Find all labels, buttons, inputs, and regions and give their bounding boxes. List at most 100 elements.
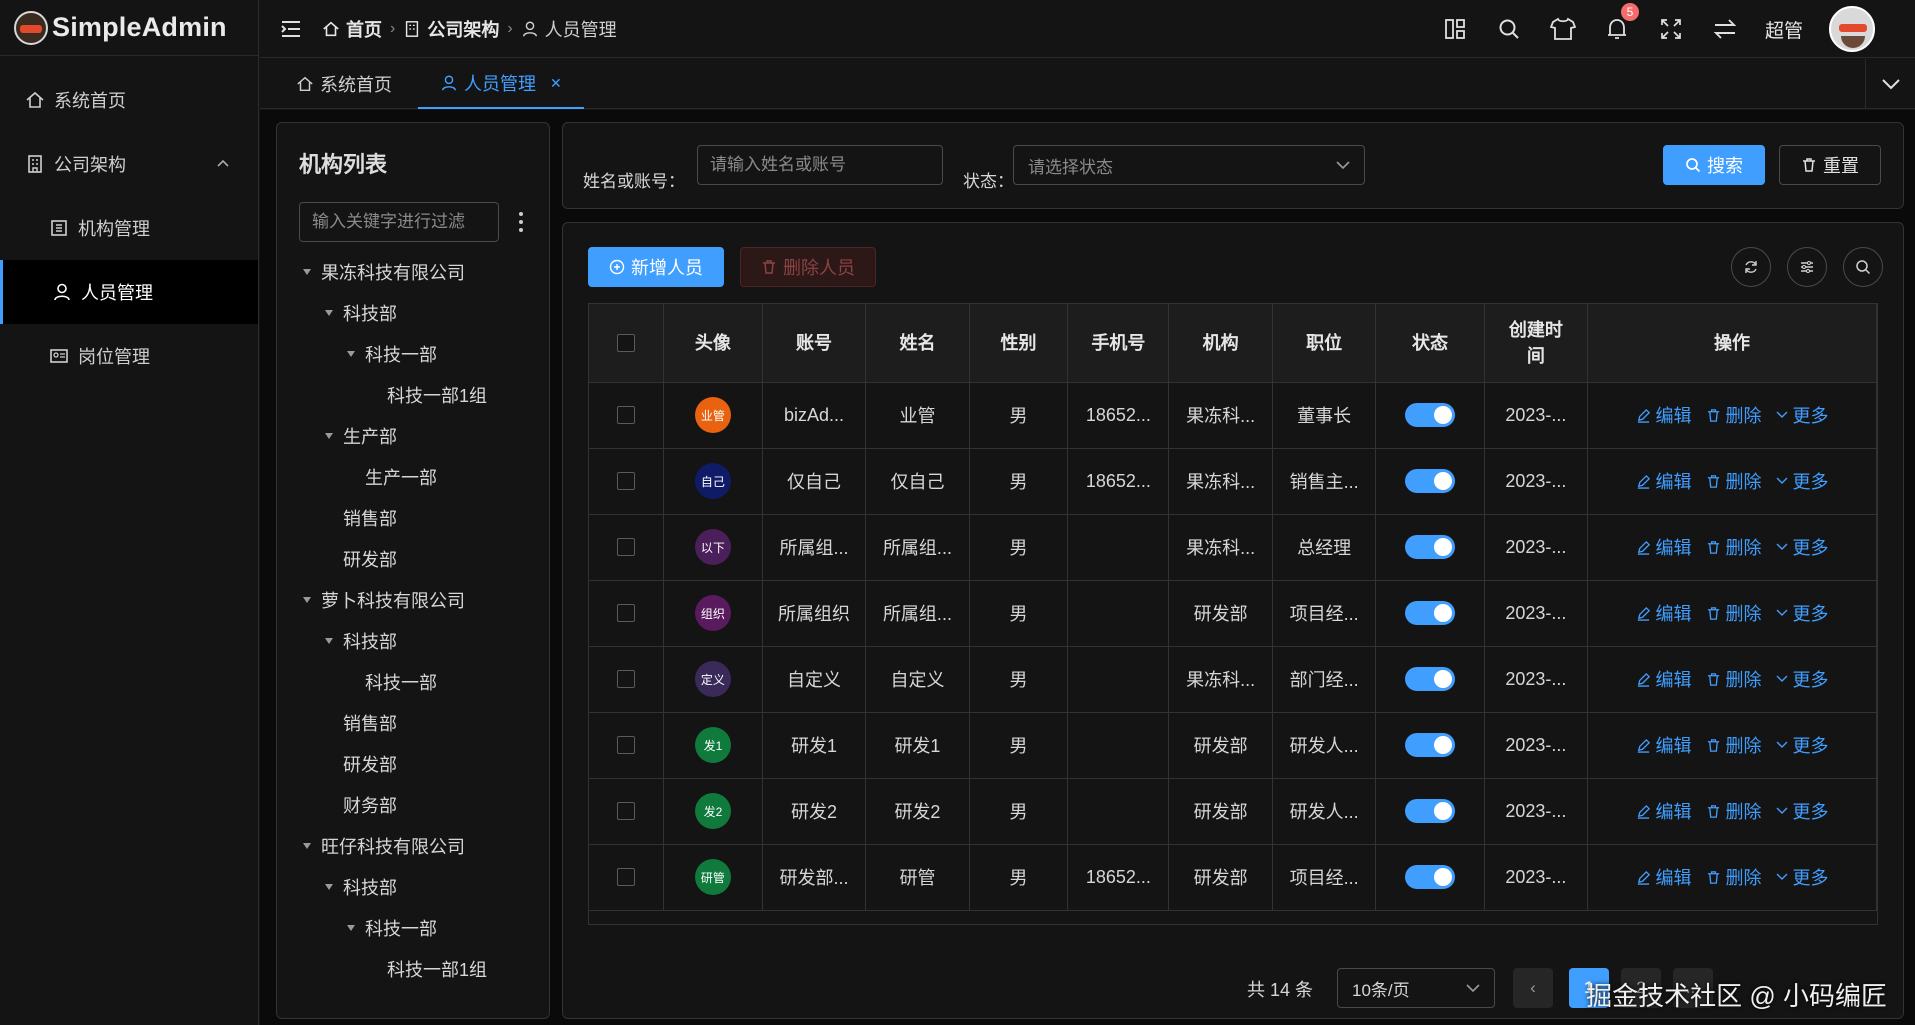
switch-icon[interactable] <box>1711 15 1739 43</box>
tabs-more-button[interactable] <box>1865 59 1915 109</box>
tree-filter-input[interactable] <box>299 202 499 242</box>
caret-down-icon[interactable] <box>319 309 339 317</box>
row-checkbox[interactable] <box>617 538 636 556</box>
tree-node[interactable]: 科技一部 <box>277 661 549 702</box>
tree-node[interactable]: 研发部 <box>277 743 549 784</box>
tree-node[interactable]: 生产一部 <box>277 456 549 497</box>
edit-button[interactable]: 编辑 <box>1636 798 1692 824</box>
row-checkbox[interactable] <box>617 868 636 886</box>
prev-page-button[interactable]: ‹ <box>1513 968 1553 1008</box>
more-button[interactable]: 更多 <box>1776 798 1829 824</box>
delete-button[interactable]: 删除 <box>1706 732 1762 758</box>
sidebar-item-position-management[interactable]: 岗位管理 <box>0 324 258 388</box>
sidebar-item-home[interactable]: 系统首页 <box>0 68 258 132</box>
more-button[interactable]: 更多 <box>1776 732 1829 758</box>
more-button[interactable]: 更多 <box>1776 864 1829 890</box>
user-avatar[interactable] <box>1829 6 1875 52</box>
select-all-checkbox[interactable] <box>617 333 636 352</box>
edit-button[interactable]: 编辑 <box>1636 666 1692 692</box>
row-checkbox[interactable] <box>617 736 636 754</box>
caret-down-icon[interactable] <box>319 883 339 891</box>
tree-node[interactable]: 销售部 <box>277 702 549 743</box>
status-toggle[interactable] <box>1404 865 1455 889</box>
tree-node[interactable]: 研发部 <box>277 538 549 579</box>
column-settings-button[interactable] <box>1787 247 1827 287</box>
bell-icon[interactable]: 5 <box>1603 3 1639 43</box>
name-search-input[interactable] <box>697 145 943 185</box>
username[interactable]: 超管 <box>1765 16 1803 43</box>
delete-button[interactable]: 删除 <box>1706 666 1762 692</box>
tree-node[interactable]: 科技一部 <box>277 907 549 948</box>
status-toggle[interactable] <box>1404 535 1455 559</box>
reset-button[interactable]: 重置 <box>1779 145 1881 185</box>
tree-node[interactable]: 财务部 <box>277 784 549 825</box>
tree-node[interactable]: 科技部 <box>277 866 549 907</box>
refresh-button[interactable] <box>1731 247 1771 287</box>
more-button[interactable]: 更多 <box>1776 666 1829 692</box>
caret-down-icon[interactable] <box>341 350 361 358</box>
row-checkbox[interactable] <box>617 604 636 622</box>
tree-node[interactable]: 科技一部 <box>277 333 549 374</box>
tree-node[interactable]: 果冻科技有限公司 <box>277 251 549 292</box>
breadcrumb-org[interactable]: 公司架构 <box>403 16 499 42</box>
caret-down-icon[interactable] <box>319 432 339 440</box>
status-toggle[interactable] <box>1404 733 1455 757</box>
tree-node[interactable]: 科技部 <box>277 620 549 661</box>
page-size-select[interactable]: 10条/页 <box>1337 968 1495 1008</box>
row-checkbox[interactable] <box>617 472 636 490</box>
row-checkbox[interactable] <box>617 406 636 424</box>
sidebar-item-org-management[interactable]: 机构管理 <box>0 196 258 260</box>
delete-button[interactable]: 删除 <box>1706 600 1762 626</box>
more-button[interactable]: 更多 <box>1776 534 1829 560</box>
caret-down-icon[interactable] <box>341 924 361 932</box>
row-checkbox[interactable] <box>617 670 636 688</box>
edit-button[interactable]: 编辑 <box>1636 732 1692 758</box>
status-toggle[interactable] <box>1404 667 1455 691</box>
tree-node[interactable]: 旺仔科技有限公司 <box>277 825 549 866</box>
tree-node[interactable]: 科技一部1组 <box>277 948 549 989</box>
layout-icon[interactable] <box>1441 15 1469 43</box>
close-icon[interactable]: ✕ <box>550 75 562 92</box>
delete-button[interactable]: 删除 <box>1706 864 1762 890</box>
search-icon[interactable] <box>1495 15 1523 43</box>
breadcrumb-home[interactable]: 首页 <box>322 16 382 42</box>
delete-button[interactable]: 删除 <box>1706 534 1762 560</box>
status-toggle[interactable] <box>1404 601 1455 625</box>
more-button[interactable]: 更多 <box>1776 468 1829 494</box>
tree-node[interactable]: 生产部 <box>277 415 549 456</box>
add-user-button[interactable]: 新增人员 <box>588 247 724 287</box>
fullscreen-icon[interactable] <box>1657 15 1685 43</box>
edit-button[interactable]: 编辑 <box>1636 534 1692 560</box>
menu-toggle-icon[interactable] <box>280 19 302 39</box>
sidebar-item-user-management[interactable]: 人员管理 <box>0 260 258 324</box>
theme-shirt-icon[interactable] <box>1549 15 1577 43</box>
edit-button[interactable]: 编辑 <box>1636 468 1692 494</box>
tree-node[interactable]: 科技部 <box>277 292 549 333</box>
delete-button[interactable]: 删除 <box>1706 402 1762 428</box>
app-logo[interactable]: SimpleAdmin <box>0 0 258 56</box>
sidebar-item-org-structure[interactable]: 公司架构 <box>0 132 258 196</box>
edit-button[interactable]: 编辑 <box>1636 600 1692 626</box>
status-toggle[interactable] <box>1404 403 1455 427</box>
tree-node[interactable]: 萝卜科技有限公司 <box>277 579 549 620</box>
more-button[interactable]: 更多 <box>1776 600 1829 626</box>
caret-down-icon[interactable] <box>297 596 317 604</box>
status-toggle[interactable] <box>1404 469 1455 493</box>
edit-button[interactable]: 编辑 <box>1636 402 1692 428</box>
delete-button[interactable]: 删除 <box>1706 798 1762 824</box>
edit-button[interactable]: 编辑 <box>1636 864 1692 890</box>
status-toggle[interactable] <box>1404 799 1455 823</box>
tab-user-management[interactable]: 人员管理 ✕ <box>418 59 584 109</box>
search-button[interactable]: 搜索 <box>1663 145 1765 185</box>
caret-down-icon[interactable] <box>319 637 339 645</box>
caret-down-icon[interactable] <box>297 842 317 850</box>
toggle-search-button[interactable] <box>1843 247 1883 287</box>
status-select[interactable]: 请选择状态 <box>1013 145 1365 185</box>
more-vertical-icon[interactable] <box>517 211 525 233</box>
caret-down-icon[interactable] <box>297 268 317 276</box>
tree-node[interactable]: 销售部 <box>277 497 549 538</box>
delete-button[interactable]: 删除 <box>1706 468 1762 494</box>
tab-home[interactable]: 系统首页 <box>296 59 392 109</box>
delete-user-button[interactable]: 删除人员 <box>740 247 876 287</box>
row-checkbox[interactable] <box>617 802 636 820</box>
